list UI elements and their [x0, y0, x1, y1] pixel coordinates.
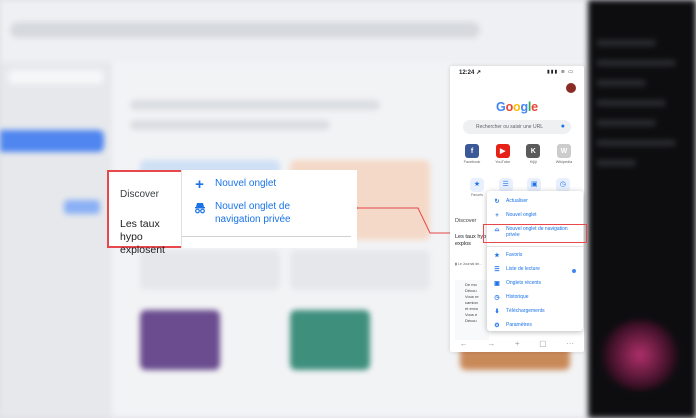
logo-letter: G	[496, 100, 506, 114]
status-bar: 12:24 ↗ ▮▮▮ ≋ ▭	[450, 66, 584, 78]
tabs-icon[interactable]: ▢	[539, 339, 547, 348]
logo-letter: g	[520, 100, 528, 114]
mic-icon[interactable]: ●	[561, 120, 565, 134]
status-icons: ▮▮▮ ≋ ▭	[547, 69, 574, 75]
menu-item-new-tab[interactable]: + Nouvel onglet	[493, 212, 576, 220]
zoom-menu-new-incognito-tab-label: Nouvel onglet de navigation privée	[215, 201, 291, 225]
shortcut-label: Kijiji	[529, 160, 537, 164]
more-icon[interactable]: ···	[566, 339, 574, 348]
forward-icon[interactable]: →	[487, 339, 495, 348]
shortcut-icon: ▶	[495, 144, 510, 158]
action-tile-icon: ☰	[498, 178, 513, 192]
menu-item-label: Favoris	[506, 252, 523, 258]
phone-discover-label: Discover	[455, 218, 477, 224]
plus-icon: +	[195, 176, 204, 193]
shortcut-tiles: f Facebook ▶ YouTube K Kijiji W Wikipedia	[460, 144, 576, 164]
zoom-menu-new-tab-label: Nouvel onglet	[215, 178, 277, 189]
menu-item-refresh[interactable]: ↻ Actualiser	[493, 198, 576, 206]
action-tile-icon: ◷	[555, 178, 570, 192]
recent-tabs-icon: ▣	[494, 281, 500, 287]
search-input[interactable]: Rechercher ou saisir une URL ●	[463, 120, 571, 134]
incognito-icon	[192, 200, 207, 215]
logo-letter: e	[531, 100, 538, 114]
menu-item-bookmarks[interactable]: ★ Favoris	[493, 252, 576, 260]
menu-item-history[interactable]: ◷ Historique	[493, 294, 576, 302]
menu-item-reading-list[interactable]: ☰ Liste de lecture	[493, 266, 576, 274]
divider	[182, 236, 351, 237]
shortcut-tile[interactable]: ▶ YouTube	[491, 144, 515, 164]
status-time: 12:24 ↗	[459, 70, 482, 76]
menu-item-label: Nouvel onglet	[506, 212, 537, 218]
discover-headline: Les taux hypo explosent	[120, 218, 165, 256]
shortcut-label: YouTube	[495, 160, 511, 164]
phone-article-card[interactable]: De mo Décou Vous re camion et envo Vous e Déco…	[455, 280, 489, 340]
history-icon: ◷	[494, 295, 500, 301]
download-icon: ⬇	[494, 309, 500, 315]
avatar[interactable]	[566, 83, 576, 93]
phone-toolbar: ← → + ▢ ···	[450, 334, 584, 352]
menu-item-label: Paramètres	[506, 322, 532, 328]
menu-item-settings[interactable]: ⚙ Paramètres	[493, 322, 576, 330]
star-icon: ★	[494, 253, 500, 259]
action-tile-icon: ★	[470, 178, 484, 192]
shortcut-tile[interactable]: f Facebook	[460, 144, 484, 164]
action-tile-icon: ▣	[527, 178, 542, 192]
back-icon[interactable]: ←	[460, 339, 468, 348]
gear-icon: ⚙	[494, 323, 500, 329]
card-text-line: Décou	[465, 318, 477, 323]
logo-letter: o	[513, 100, 521, 114]
zoom-menu-new-tab[interactable]: + Nouvel onglet	[192, 177, 276, 192]
logo-letter: o	[505, 100, 514, 114]
menu-item-label: Actualiser	[506, 198, 528, 204]
zoom-callout: Discover Les taux hypo explosent + Nouve…	[107, 170, 357, 256]
discover-label: Discover	[120, 189, 159, 200]
refresh-icon: ↻	[494, 199, 500, 205]
action-tile-label: Favoris	[471, 193, 483, 197]
menu-item-recent-tabs[interactable]: ▣ Onglets récents	[493, 280, 576, 288]
menu-item-label: Historique	[506, 294, 529, 300]
shortcut-icon: W	[556, 144, 571, 158]
plus-icon: +	[495, 213, 499, 219]
menu-item-label: Onglets récents	[506, 280, 542, 286]
menu-item-downloads[interactable]: ⬇ Téléchargements	[493, 308, 576, 316]
shortcut-tile[interactable]: K Kijiji	[521, 144, 545, 164]
action-tile[interactable]: ★ Favoris	[470, 178, 484, 197]
menu-item-label: Téléchargements	[506, 308, 545, 314]
divider	[487, 246, 583, 247]
plus-icon[interactable]: +	[515, 339, 520, 348]
reading-list-badge	[572, 269, 576, 273]
shortcut-icon: K	[526, 144, 541, 158]
overflow-menu: ↻ Actualiser + Nouvel onglet ⌓ Nouvel on…	[487, 191, 583, 331]
menu-item-highlight	[483, 224, 587, 243]
google-logo: Google	[450, 100, 584, 114]
reading-list-icon: ☰	[494, 267, 500, 273]
shortcut-label: Facebook	[463, 160, 481, 164]
shortcut-tile[interactable]: W Wikipedia	[552, 144, 576, 164]
menu-item-label: Liste de lecture	[506, 266, 540, 272]
zoom-menu-new-incognito-tab[interactable]: Nouvel onglet de navigation privée	[192, 200, 325, 226]
phone-article-card-text: De mo Décou Vous re camion et envo Vous e Déco…	[455, 280, 489, 324]
zoom-menu: + Nouvel onglet Nouvel onglet de navigat…	[181, 170, 357, 248]
search-placeholder: Rechercher ou saisir une URL	[476, 124, 543, 130]
shortcut-label: Wikipedia	[555, 160, 573, 164]
phone-article-source: ▮ Le Journal de...	[455, 262, 483, 266]
shortcut-icon: f	[465, 144, 479, 158]
